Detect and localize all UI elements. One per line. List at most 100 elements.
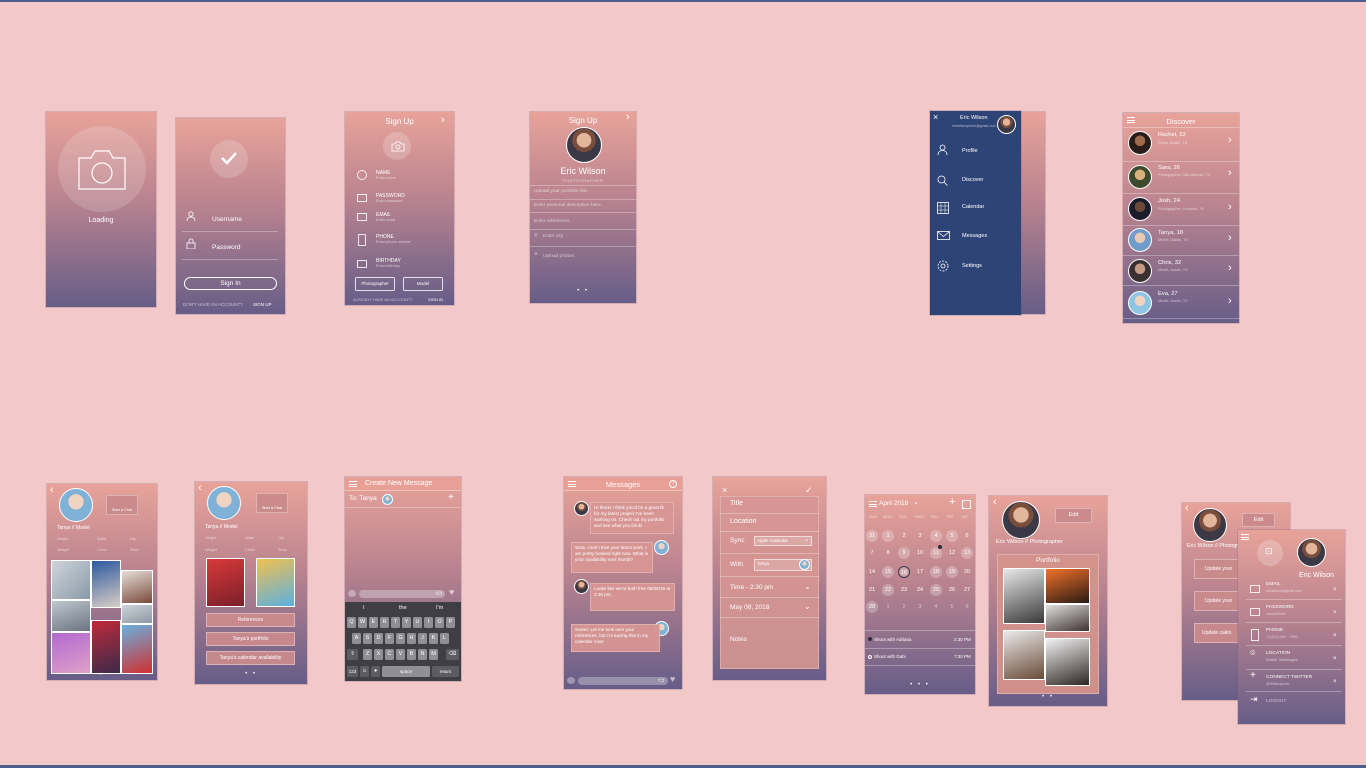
calendar-grid-icon[interactable]	[962, 500, 971, 509]
day-cell[interactable]: 3	[914, 530, 926, 542]
key[interactable]: U	[413, 617, 422, 628]
key[interactable]: Z	[363, 649, 372, 660]
key[interactable]: L	[440, 633, 449, 644]
key[interactable]: A	[352, 633, 361, 644]
day-cell[interactable]: 5	[946, 601, 958, 613]
add-event-icon[interactable]: +	[949, 496, 955, 508]
portfolio-photo[interactable]	[51, 600, 91, 632]
signin-link[interactable]: SIGN IN	[428, 297, 443, 302]
message-input[interactable]	[578, 677, 668, 685]
close-icon[interactable]: ×	[933, 112, 938, 122]
setting-value[interactable]: +1 (512) 867 - 7890	[1266, 635, 1298, 639]
day-cell[interactable]: 1	[882, 530, 894, 542]
back-chevron-icon[interactable]: ‹	[50, 485, 54, 496]
chevron-right-icon[interactable]: ›	[1228, 263, 1232, 274]
heart-icon[interactable]: ♥	[449, 587, 454, 597]
calendar-month[interactable]: April 2018	[879, 500, 908, 507]
chevron-right-icon[interactable]: ›	[1228, 202, 1232, 213]
key[interactable]: E	[369, 617, 378, 628]
day-cell[interactable]: 6	[961, 601, 973, 613]
to-field[interactable]: To: Tanya	[349, 495, 377, 502]
day-cell[interactable]: 5	[946, 530, 958, 542]
mic-key[interactable]: ●	[371, 666, 380, 677]
calendar-availability-button[interactable]: Tanya's calendar availability	[206, 651, 295, 665]
portfolio-photo[interactable]	[121, 604, 153, 624]
password-field[interactable]: Password	[212, 244, 241, 251]
day-cell[interactable]: 9	[898, 547, 910, 559]
avatar[interactable]	[566, 127, 602, 163]
field-email-hint[interactable]: Enter email	[376, 218, 395, 222]
day-cell[interactable]: 24	[914, 584, 926, 596]
backspace-key[interactable]: ⌫	[446, 649, 459, 660]
references-button[interactable]: References	[206, 613, 295, 627]
key[interactable]: C	[385, 649, 394, 660]
info-icon[interactable]: i	[669, 480, 677, 488]
plus-icon[interactable]: +	[534, 251, 538, 258]
day-cell[interactable]: 16	[898, 566, 910, 578]
day-cell[interactable]: 4	[930, 530, 942, 542]
chevron-right-icon[interactable]: ›	[1228, 135, 1232, 146]
setting-value[interactable]: ericwilson@gmail.com	[1266, 589, 1302, 593]
portfolio-photo[interactable]	[1045, 604, 1090, 632]
portfolio-photo[interactable]	[51, 632, 91, 674]
key[interactable]: N	[418, 649, 427, 660]
suggestion[interactable]: the	[399, 605, 407, 611]
setting-value[interactable]: mimusl2018	[1266, 612, 1285, 616]
day-cell[interactable]: 2	[898, 601, 910, 613]
forward-chevron-icon[interactable]: ›	[441, 115, 445, 126]
day-cell[interactable]: 25	[930, 584, 942, 596]
back-chevron-icon[interactable]: ‹	[993, 497, 997, 508]
field-name-hint[interactable]: Enter name	[376, 176, 396, 180]
photographer-button[interactable]: Photographer	[355, 277, 395, 291]
back-chevron-icon[interactable]: ‹	[1185, 503, 1189, 514]
chevron-right-icon[interactable]: ›	[1228, 296, 1232, 307]
day-cell[interactable]: 18	[930, 566, 942, 578]
field-password-hint[interactable]: Enter password	[376, 199, 402, 203]
portfolio-photo[interactable]	[91, 560, 121, 608]
day-cell[interactable]: 20	[961, 566, 973, 578]
day-cell[interactable]: 4	[930, 601, 942, 613]
portfolio-photo[interactable]	[121, 570, 153, 604]
notes-field[interactable]: Notes	[730, 636, 747, 643]
portfolio-photo[interactable]	[1045, 568, 1090, 604]
edit-button[interactable]: Edit	[1242, 513, 1275, 527]
day-cell[interactable]: 14	[866, 566, 878, 578]
portfolio-photo[interactable]	[1045, 638, 1090, 686]
close-icon[interactable]: ×	[1333, 610, 1337, 616]
key[interactable]: P	[446, 617, 455, 628]
references-field[interactable]: Enter references.	[534, 219, 571, 224]
portfolio-photo[interactable]	[206, 558, 245, 607]
setting-value[interactable]: @Wilsonphoto	[1266, 682, 1289, 686]
username-field[interactable]: Username	[212, 216, 242, 223]
menu-item-settings[interactable]: Settings	[962, 263, 982, 269]
close-icon[interactable]: ×	[1333, 656, 1337, 662]
menu-item-calendar[interactable]: Calendar	[962, 204, 984, 210]
day-cell[interactable]: 31	[866, 530, 878, 542]
key[interactable]: I	[424, 617, 433, 628]
key[interactable]: X	[374, 649, 383, 660]
day-cell[interactable]: 1	[882, 601, 894, 613]
send-icon[interactable]: ▭	[658, 676, 665, 684]
event-name[interactable]: Shoot with Adriana	[874, 637, 912, 642]
signup-link[interactable]: SIGN UP	[253, 302, 272, 307]
key[interactable]: B	[407, 649, 416, 660]
day-cell[interactable]: 13	[961, 547, 973, 559]
day-cell[interactable]: 28	[866, 601, 878, 613]
hamburger-icon[interactable]	[349, 481, 357, 487]
day-cell[interactable]: 17	[914, 566, 926, 578]
day-cell[interactable]: 8	[882, 547, 894, 559]
avatar[interactable]	[997, 115, 1016, 134]
upload-photos-field[interactable]: Upload photos.	[543, 254, 575, 259]
camera-button[interactable]	[567, 677, 575, 684]
key[interactable]: J	[418, 633, 427, 644]
menu-item-messages[interactable]: Messages	[962, 233, 987, 239]
day-cell[interactable]: 10	[914, 547, 926, 559]
forward-chevron-icon[interactable]: ›	[626, 112, 630, 123]
day-cell[interactable]: 26	[946, 584, 958, 596]
close-icon[interactable]: ×	[722, 485, 727, 495]
portfolio-photo[interactable]	[51, 560, 91, 600]
portfolio-link-field[interactable]: Upload your portfolio link.	[534, 189, 588, 194]
time-field[interactable]: Time - 2:30 pm	[730, 584, 773, 591]
day-cell[interactable]: 12	[946, 547, 958, 559]
description-field[interactable]: Enter personal description here.	[534, 203, 602, 208]
